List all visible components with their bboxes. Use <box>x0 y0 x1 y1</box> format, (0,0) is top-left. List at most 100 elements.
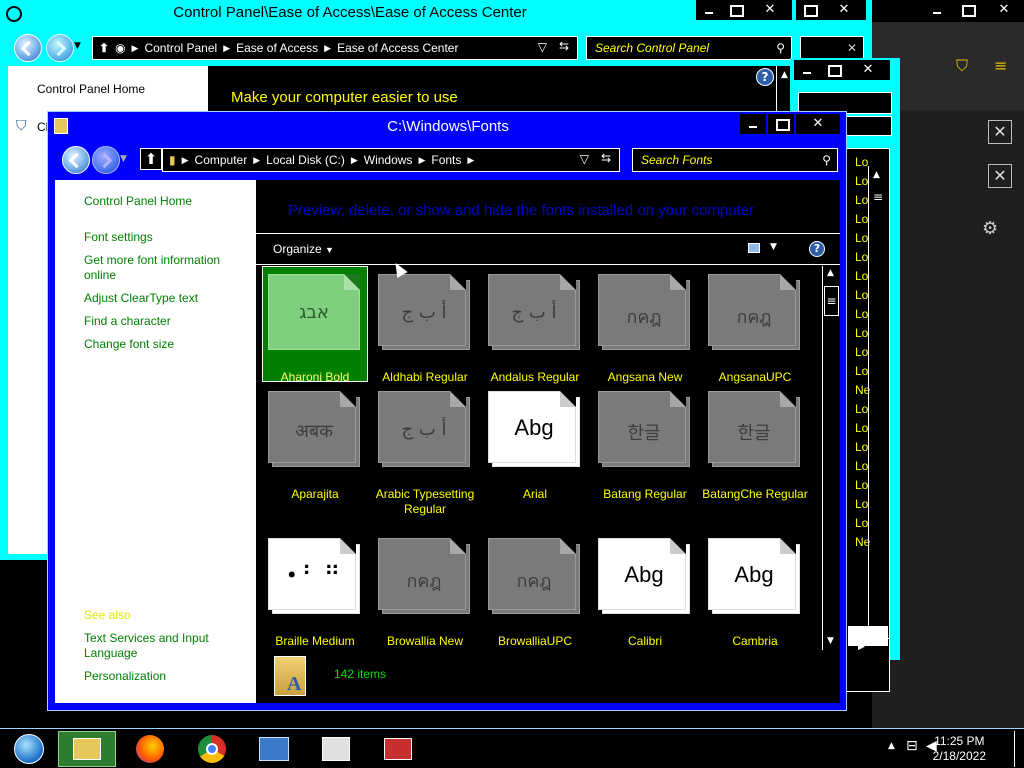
address-bar[interactable]: ▮ ▶ Computer ▶ Local Disk (C:) ▶ Windows… <box>162 148 620 172</box>
font-item[interactable]: אבג Aharoni Bold <box>262 266 368 384</box>
recent-pages-dropdown[interactable]: ▼ <box>120 154 127 164</box>
close-button[interactable]: ✕ <box>748 0 792 20</box>
refresh-icon[interactable]: ⇆ <box>559 39 569 53</box>
close-icon[interactable]: ✕ <box>847 37 857 59</box>
search-input[interactable]: Search Control Panel ⚲ <box>586 36 792 60</box>
help-icon[interactable]: ? <box>809 241 825 257</box>
taskbar-performance-monitor[interactable] <box>307 731 365 767</box>
address-bar[interactable]: ⬆ ◉ ▶ Control Panel ▶ Ease of Access ▶ E… <box>92 36 578 60</box>
font-item[interactable]: 한글 BatangChe Regular <box>702 383 808 501</box>
breadcrumb-item[interactable]: Fonts <box>431 153 461 167</box>
close-button[interactable]: ✕ <box>822 0 866 20</box>
font-item[interactable]: • ⠃ ⠛ Braille Medium <box>262 530 368 648</box>
font-item[interactable]: กคฎ BrowalliaUPC <box>482 530 588 648</box>
font-item[interactable]: أ ب ج Aldhabi Regular <box>372 266 478 384</box>
input-field[interactable] <box>848 626 888 646</box>
taskbar-explorer[interactable] <box>58 731 116 767</box>
minimize-button[interactable] <box>740 114 766 134</box>
forward-button[interactable] <box>46 34 74 62</box>
control-panel-home-link[interactable]: Control Panel Home <box>84 194 192 209</box>
font-item[interactable]: กคฎ Browallia New <box>372 530 478 648</box>
system-clock[interactable]: 11:25 PM 2/18/2022 <box>933 734 986 764</box>
font-information-link[interactable]: Get more font information online <box>84 253 234 283</box>
maximize-button[interactable] <box>722 0 748 20</box>
text-services-link[interactable]: Text Services and Input Language <box>84 631 234 661</box>
close-panel-icon[interactable]: ✕ <box>988 164 1012 188</box>
menu-icon[interactable]: ≡ <box>994 56 1007 75</box>
font-item[interactable]: 한글 Batang Regular <box>592 383 698 501</box>
cleartype-link[interactable]: Adjust ClearType text <box>84 291 198 306</box>
task-pane: Control Panel Home Font settings Get mor… <box>55 180 256 703</box>
address-dropdown-icon[interactable]: ▽ <box>538 40 547 54</box>
minimize-button[interactable] <box>794 60 820 80</box>
chevron-down-icon: ▼ <box>325 245 334 255</box>
search-input[interactable]: ✕ <box>800 36 864 60</box>
refresh-icon[interactable]: ⇆ <box>601 151 611 165</box>
font-item[interactable]: अबक Aparajita <box>262 383 368 501</box>
start-button[interactable] <box>0 731 58 767</box>
control-panel-home-link[interactable]: Control Panel Home <box>37 82 145 96</box>
breadcrumb-item[interactable]: Local Disk (C:) <box>266 153 345 167</box>
minimize-button[interactable] <box>696 0 722 20</box>
gear-icon[interactable]: ⚙ <box>982 218 998 239</box>
network-icon[interactable]: ⊟ <box>906 738 918 754</box>
taskbar-toolbox[interactable] <box>369 731 427 767</box>
scroll-up-icon[interactable]: ▲ <box>827 268 834 278</box>
search-icon[interactable]: ⚲ <box>776 37 785 59</box>
close-button[interactable]: ✕ <box>796 114 840 134</box>
restore-button[interactable] <box>952 0 982 20</box>
taskbar-firefox[interactable] <box>121 731 179 767</box>
view-icon[interactable] <box>748 243 760 253</box>
shield-icon[interactable]: ⛉ <box>956 56 968 76</box>
font-item[interactable]: أ ب ج Andalus Regular <box>482 266 588 384</box>
font-settings-link[interactable]: Font settings <box>84 230 153 245</box>
font-item[interactable]: กคฎ Angsana New <box>592 266 698 384</box>
breadcrumb-item[interactable]: Control Panel <box>144 41 217 55</box>
show-desktop-button[interactable] <box>1014 731 1024 767</box>
minimize-button[interactable] <box>922 0 952 20</box>
forward-button[interactable] <box>92 146 120 174</box>
font-item[interactable]: Abg Calibri <box>592 530 698 648</box>
recent-pages-dropdown[interactable]: ▼ <box>74 41 81 51</box>
organize-menu[interactable]: Organize ▼ <box>273 242 334 256</box>
maximize-button[interactable] <box>796 0 822 20</box>
up-arrow-icon[interactable]: ⬆ <box>99 41 109 55</box>
personalization-link[interactable]: Personalization <box>84 669 166 684</box>
up-button[interactable]: ⬆ <box>140 148 162 170</box>
scroll-thumb[interactable]: ≡ <box>873 190 883 204</box>
scroll-down-icon[interactable]: ▼ <box>827 636 834 646</box>
search-icon[interactable]: ⚲ <box>822 149 831 171</box>
show-hidden-icons[interactable]: ▲ <box>888 741 895 751</box>
scroll-up-icon[interactable]: ▲ <box>781 70 788 80</box>
close-button[interactable]: ✕ <box>986 0 1022 20</box>
taskbar: ▲ ⊟ ◀ 11:25 PM 2/18/2022 <box>0 728 1024 768</box>
find-character-link[interactable]: Find a character <box>84 314 171 329</box>
font-item[interactable]: أ ب ج Arabic Typesetting Regular <box>372 383 478 516</box>
view-dropdown-icon[interactable]: ▼ <box>770 242 777 252</box>
taskbar-chrome[interactable] <box>183 731 241 767</box>
navigation-bar: ▼ ⬆ ◉ ▶ Control Panel ▶ Ease of Access ▶… <box>8 33 870 63</box>
font-item[interactable]: Abg Cambria <box>702 530 808 648</box>
back-button[interactable] <box>14 34 42 62</box>
taskbar-control-panel[interactable] <box>245 731 303 767</box>
chrome-icon <box>198 735 226 763</box>
font-item[interactable]: Abg Arial <box>482 383 588 501</box>
scroll-up-icon[interactable]: ▲ <box>873 170 880 180</box>
scrollbar[interactable]: ▲ ≡ ▼ <box>868 166 886 642</box>
help-icon[interactable]: ? <box>756 68 774 86</box>
back-button[interactable] <box>62 146 90 174</box>
font-item[interactable]: กคฎ AngsanaUPC <box>702 266 808 384</box>
breadcrumb-item[interactable]: Ease of Access <box>236 41 318 55</box>
change-font-size-link[interactable]: Change font size <box>84 337 174 352</box>
breadcrumb-item[interactable]: Ease of Access Center <box>337 41 458 55</box>
scrollbar[interactable]: ▲ ≡ ▼ <box>822 266 840 650</box>
address-dropdown-icon[interactable]: ▽ <box>580 152 589 166</box>
search-input[interactable]: Search Fonts ⚲ <box>632 148 838 172</box>
breadcrumb-item[interactable]: Computer <box>195 153 248 167</box>
maximize-button[interactable] <box>768 114 794 134</box>
scroll-thumb[interactable]: ≡ <box>824 286 839 316</box>
close-panel-icon[interactable]: ✕ <box>988 120 1012 144</box>
breadcrumb-item[interactable]: Windows <box>364 153 413 167</box>
maximize-button[interactable] <box>820 60 846 80</box>
close-button[interactable]: ✕ <box>846 60 890 80</box>
